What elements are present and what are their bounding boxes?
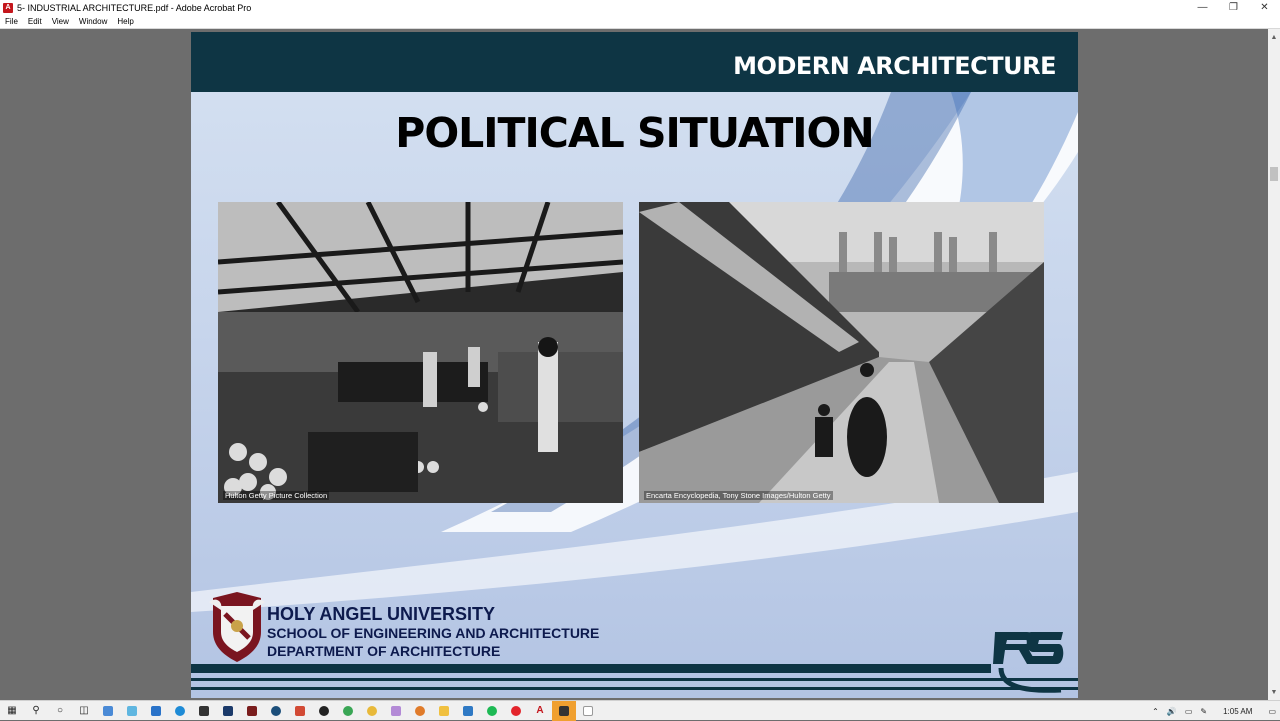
acrobat-icon: A — [3, 2, 13, 13]
minimize-button[interactable]: — — [1187, 0, 1218, 15]
slide-header: MODERN ARCHITECTURE — [191, 32, 1078, 92]
steam-icon[interactable] — [264, 701, 288, 721]
network-icon[interactable]: ▭ — [1181, 707, 1197, 716]
close-button[interactable]: ✕ — [1249, 0, 1280, 15]
photos-icon[interactable] — [144, 701, 168, 721]
system-tray: ⌃ 🔊 ▭ ✎ 1:05 AM ▭ — [1148, 701, 1280, 721]
acrobat-taskbar-icon[interactable]: A — [528, 701, 552, 721]
university-seal-icon — [209, 592, 265, 662]
terminal-icon[interactable] — [216, 701, 240, 721]
chrome-icon-2[interactable] — [360, 701, 384, 721]
spotify-icon[interactable] — [480, 701, 504, 721]
search-icon[interactable]: ⚲ — [24, 701, 48, 721]
windows-start-icon[interactable]: ▦ — [0, 701, 24, 721]
calculator-icon[interactable] — [192, 701, 216, 721]
explorer-icon[interactable] — [432, 701, 456, 721]
footer-divider — [191, 687, 1078, 690]
menu-edit[interactable]: Edit — [23, 17, 47, 26]
slide-title: POLITICAL SITUATION — [395, 109, 874, 157]
pen-icon[interactable]: ✎ — [1196, 707, 1211, 716]
notification-icon[interactable]: ▭ — [1264, 707, 1280, 716]
paint-icon[interactable] — [120, 701, 144, 721]
vertical-scrollbar[interactable]: ▲ ▼ — [1268, 29, 1280, 700]
window-title-bar: A 5- INDUSTRIAL ARCHITECTURE.pdf - Adobe… — [0, 0, 1280, 15]
task-view-icon[interactable]: ◫ — [72, 701, 96, 721]
remote-desktop-icon[interactable] — [456, 701, 480, 721]
document-icon[interactable] — [576, 701, 600, 721]
menu-window[interactable]: Window — [74, 17, 112, 26]
slide-page: MODERN ARCHITECTURE POLITICAL SITUATION — [191, 32, 1078, 698]
notepad-icon[interactable] — [96, 701, 120, 721]
app-active-icon[interactable] — [552, 700, 576, 721]
slide-header-text: MODERN ARCHITECTURE — [733, 52, 1056, 80]
street-photo: Encarta Encyclopedia, Tony Stone Images/… — [639, 202, 1044, 503]
taskbar: ▦ ⚲ ○ ◫ A ⌃ 🔊 ▭ ✎ 1:05 AM ▭ — [0, 700, 1280, 721]
factory-photo: Hulton Getty Picture Collection — [218, 202, 623, 503]
git-icon[interactable] — [288, 701, 312, 721]
menu-bar: File Edit View Window Help — [0, 15, 1280, 29]
department-name: DEPARTMENT OF ARCHITECTURE — [267, 643, 501, 659]
slide-footer: HOLY ANGEL UNIVERSITY SCHOOL OF ENGINEER… — [191, 592, 1078, 698]
restore-button[interactable]: ❐ — [1218, 0, 1249, 15]
clock-time[interactable]: 1:05 AM — [1211, 707, 1264, 716]
unity-icon[interactable] — [312, 701, 336, 721]
chevron-up-icon[interactable]: ⌃ — [1148, 707, 1163, 716]
paint3d-icon[interactable] — [384, 701, 408, 721]
scroll-up-icon[interactable]: ▲ — [1268, 31, 1280, 43]
menu-help[interactable]: Help — [112, 17, 138, 26]
footer-divider — [191, 664, 991, 673]
menu-file[interactable]: File — [0, 17, 23, 26]
scrollbar-thumb[interactable] — [1270, 167, 1278, 181]
app-icon[interactable] — [240, 701, 264, 721]
university-name: HOLY ANGEL UNIVERSITY — [267, 604, 496, 624]
photo-credit: Encarta Encyclopedia, Tony Stone Images/… — [644, 491, 833, 500]
volume-icon[interactable]: 🔊 — [1163, 707, 1181, 716]
photo-credit: Hulton Getty Picture Collection — [223, 491, 330, 500]
edge-icon[interactable] — [168, 701, 192, 721]
rs-logo-icon — [993, 632, 1064, 693]
cortana-icon[interactable]: ○ — [48, 701, 72, 721]
scroll-down-icon[interactable]: ▼ — [1268, 686, 1280, 698]
window-title: 5- INDUSTRIAL ARCHITECTURE.pdf - Adobe A… — [17, 2, 252, 13]
search-app-icon[interactable] — [408, 701, 432, 721]
opera-icon[interactable] — [504, 701, 528, 721]
footer-divider — [191, 678, 1078, 681]
school-name: SCHOOL OF ENGINEERING AND ARCHITECTURE — [267, 625, 600, 641]
chrome-icon[interactable] — [336, 701, 360, 721]
menu-view[interactable]: View — [47, 17, 74, 26]
